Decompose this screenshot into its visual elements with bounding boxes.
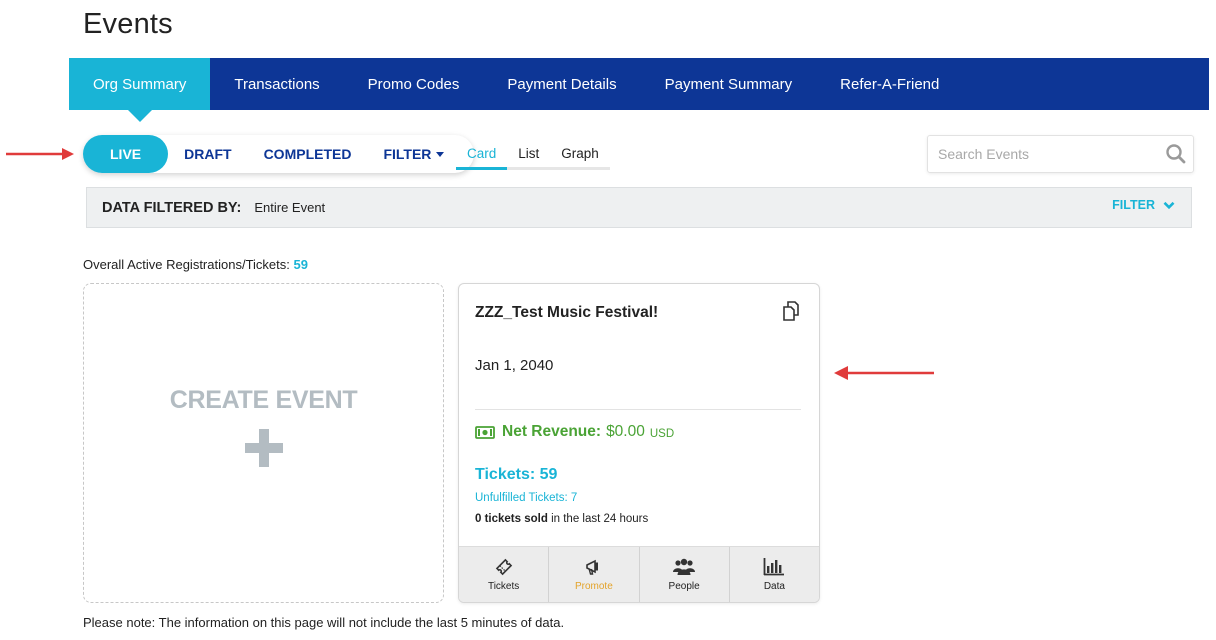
event-name[interactable]: ZZZ_Test Music Festival! <box>475 304 658 322</box>
net-revenue-currency: USD <box>649 427 675 440</box>
view-tab-graph[interactable]: Graph <box>550 144 610 167</box>
tickets-sold-period: in the last 24 hours <box>551 513 649 525</box>
chevron-down-icon <box>1163 201 1175 209</box>
tab-org-summary[interactable]: Org Summary <box>69 58 211 122</box>
event-actions: Tickets Promote People Data <box>459 546 819 602</box>
action-data-button[interactable]: Data <box>730 547 819 602</box>
filter-toggle-button[interactable]: FILTER <box>1112 198 1175 212</box>
action-promote-label: Promote <box>574 581 613 592</box>
action-data-label: Data <box>763 581 785 592</box>
net-revenue-amount: $0.00 <box>606 423 645 440</box>
view-tabs: Card List Graph <box>456 144 610 170</box>
event-card[interactable]: ZZZ_Test Music Festival! Jan 1, 2040 Net… <box>458 283 820 603</box>
tab-payment-summary[interactable]: Payment Summary <box>641 58 817 110</box>
search-box <box>927 135 1194 173</box>
event-date: Jan 1, 2040 <box>475 357 554 374</box>
status-filter-dropdown[interactable]: FILTER <box>367 135 460 173</box>
unfulfilled-tickets[interactable]: Unfulfilled Tickets: 7 <box>475 492 577 504</box>
status-tab-completed[interactable]: COMPLETED <box>248 135 368 173</box>
net-revenue-label: Net Revenue: <box>502 423 602 440</box>
megaphone-icon <box>586 559 598 575</box>
status-filter-label: FILTER <box>383 146 432 162</box>
plus-icon <box>244 428 283 467</box>
tickets-count: Tickets: 59 <box>475 466 558 483</box>
filter-bar-value: Entire Event <box>254 200 326 215</box>
net-revenue: Net Revenue: $0.00 USD <box>475 423 674 441</box>
action-people-button[interactable]: People <box>640 547 730 602</box>
bar-chart-icon <box>763 558 785 576</box>
copy-icon[interactable] <box>781 300 803 322</box>
overall-label: Overall Active Registrations/Tickets: <box>83 257 290 272</box>
card-divider <box>475 409 801 410</box>
tab-promo-codes[interactable]: Promo Codes <box>344 58 484 110</box>
footer-note: Please note: The information on this pag… <box>83 615 565 630</box>
tickets-sold-24h: 0 tickets sold in the last 24 hours <box>475 513 648 525</box>
people-icon <box>673 558 696 575</box>
filter-bar-label: DATA FILTERED BY: <box>102 199 242 216</box>
tickets-sold-count: 0 tickets sold <box>475 513 548 525</box>
status-tabs: LIVE DRAFT COMPLETED FILTER <box>83 135 475 173</box>
annotation-arrow-right <box>6 148 74 160</box>
caret-down-icon <box>436 151 445 157</box>
tab-transactions[interactable]: Transactions <box>210 58 343 110</box>
create-event-button[interactable]: CREATE EVENT <box>83 283 444 603</box>
page-title: Events <box>83 8 173 40</box>
action-people-label: People <box>668 581 700 592</box>
status-tab-live[interactable]: LIVE <box>83 135 169 173</box>
search-icon[interactable] <box>1159 144 1193 164</box>
view-tab-card[interactable]: Card <box>456 144 508 170</box>
tab-refer-a-friend[interactable]: Refer-A-Friend <box>816 58 963 110</box>
create-event-label: CREATE EVENT <box>169 385 358 414</box>
action-promote-button[interactable]: Promote <box>549 547 640 602</box>
status-tab-draft[interactable]: DRAFT <box>168 135 247 173</box>
overall-count: 59 <box>293 257 308 272</box>
top-nav: Org Summary Transactions Promo Codes Pay… <box>69 58 1209 122</box>
view-tab-list[interactable]: List <box>507 144 550 167</box>
money-icon <box>475 425 495 439</box>
tab-payment-details[interactable]: Payment Details <box>483 58 640 110</box>
overall-registrations: Overall Active Registrations/Tickets: 59 <box>83 257 308 272</box>
search-input[interactable] <box>928 136 1159 172</box>
filter-toggle-label: FILTER <box>1112 198 1155 212</box>
annotation-arrow-left <box>834 366 934 380</box>
action-tickets-label: Tickets <box>487 581 520 592</box>
action-tickets-button[interactable]: Tickets <box>459 547 550 602</box>
data-filter-bar: DATA FILTERED BY: Entire Event FILTER <box>86 187 1192 228</box>
ticket-icon <box>495 558 512 576</box>
